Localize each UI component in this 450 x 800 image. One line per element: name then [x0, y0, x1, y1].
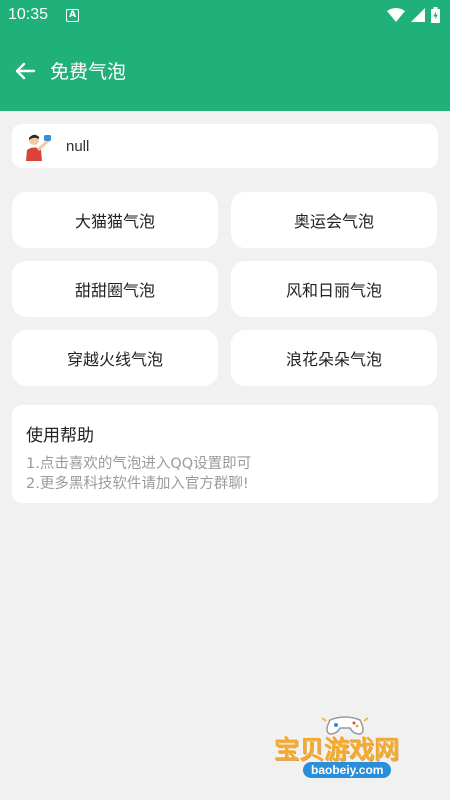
back-arrow-icon	[15, 62, 36, 79]
user-card: null	[12, 124, 438, 168]
help-line: 1.点击喜欢的气泡进入QQ设置即可	[26, 456, 252, 472]
help-title: 使用帮助	[26, 426, 94, 446]
avatar	[26, 134, 51, 161]
bubble-option-button[interactable]: 浪花朵朵气泡	[231, 330, 437, 386]
bubble-option-button[interactable]: 奥运会气泡	[231, 192, 437, 248]
page-title: 免费气泡	[50, 61, 127, 83]
help-line: 2.更多黑科技软件请加入官方群聊!	[26, 476, 249, 492]
help-card: 使用帮助 1.点击喜欢的气泡进入QQ设置即可 2.更多黑科技软件请加入官方群聊!	[12, 405, 438, 503]
app-bar: 免费气泡	[0, 30, 450, 111]
back-button[interactable]	[12, 58, 38, 84]
watermark-title: 宝贝游戏网	[274, 735, 400, 764]
status-time: 10:35	[8, 6, 49, 23]
bubble-option-button[interactable]: 大猫猫气泡	[12, 192, 218, 248]
bubble-option-button[interactable]: 风和日丽气泡	[231, 261, 437, 317]
cellular-icon	[411, 8, 425, 22]
user-name: null	[66, 137, 90, 155]
battery-icon	[431, 7, 440, 23]
bubble-option-button[interactable]: 甜甜圈气泡	[12, 261, 218, 317]
bubble-option-button[interactable]: 穿越火线气泡	[12, 330, 218, 386]
wifi-icon	[387, 8, 405, 22]
status-bar: 10:35 A	[0, 0, 450, 30]
watermark-logo: 宝贝游戏网 baobeiy.com	[270, 712, 420, 796]
watermark-url: baobeiy.com	[303, 762, 392, 778]
app-notification-icon: A	[66, 8, 80, 22]
status-icons	[387, 7, 440, 23]
